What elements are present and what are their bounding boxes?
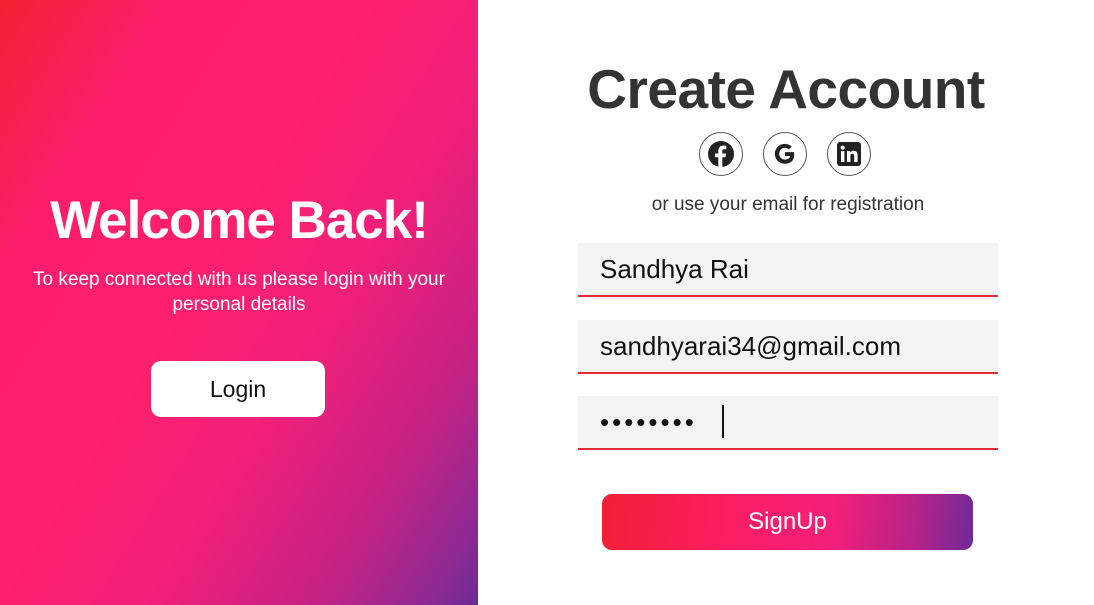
signup-button[interactable]: SignUp	[602, 494, 973, 550]
facebook-icon	[708, 141, 734, 167]
signup-page: Welcome Back! To keep connected with us …	[0, 0, 1094, 605]
email-field[interactable]	[578, 320, 998, 374]
welcome-title: Welcome Back!	[50, 191, 429, 250]
social-login-row	[699, 132, 871, 176]
email-registration-note: or use your email for registration	[651, 194, 925, 215]
google-icon	[774, 143, 795, 164]
linkedin-icon	[837, 142, 861, 166]
welcome-text: To keep connected with us please login w…	[33, 269, 445, 315]
page-title: Create Account	[587, 58, 985, 120]
google-button[interactable]	[763, 132, 807, 176]
linkedin-button[interactable]	[827, 132, 871, 176]
login-button[interactable]: Login	[151, 361, 325, 417]
name-field[interactable]	[578, 243, 998, 297]
welcome-panel: Welcome Back! To keep connected with us …	[0, 0, 478, 605]
password-field[interactable]	[578, 396, 998, 450]
facebook-button[interactable]	[699, 132, 743, 176]
text-cursor	[722, 405, 724, 438]
